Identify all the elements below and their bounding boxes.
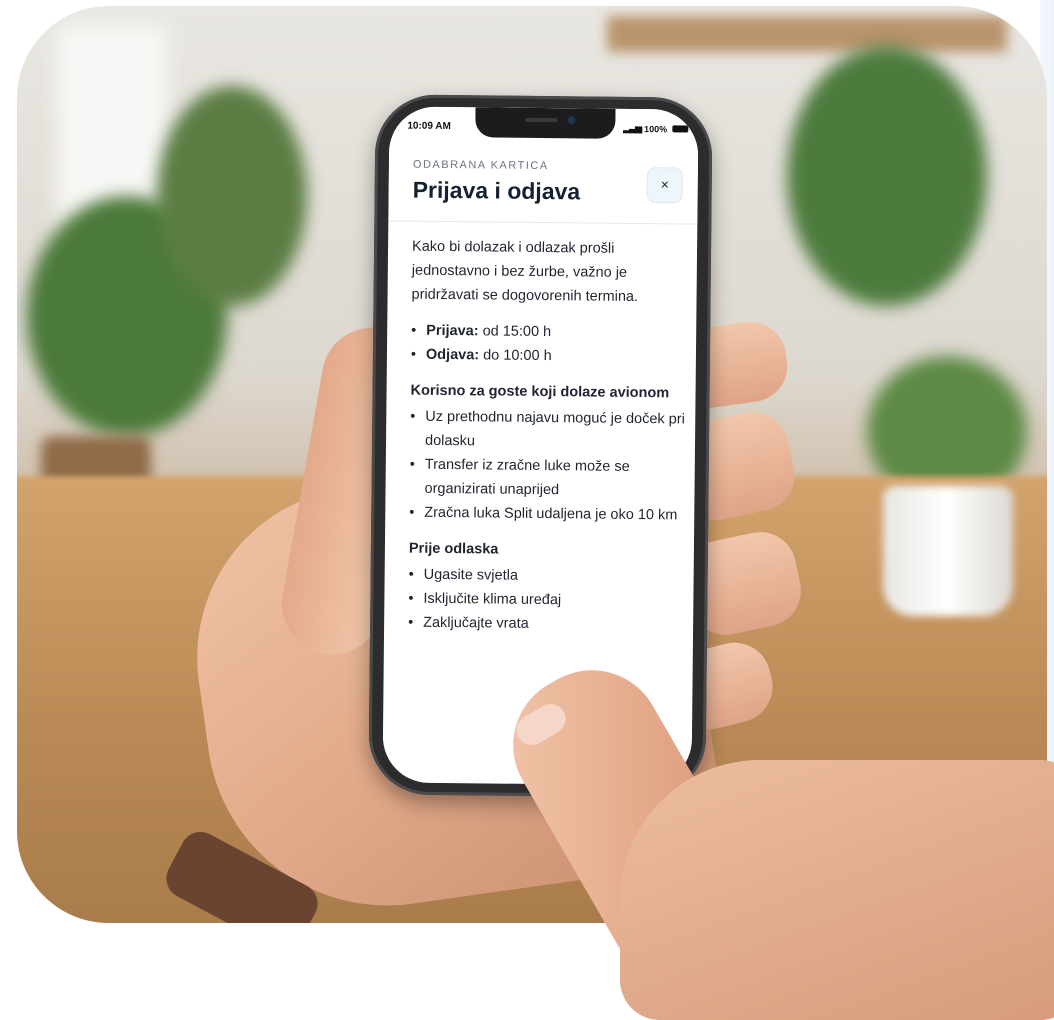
plant-left-2: [157, 86, 307, 306]
close-button[interactable]: ×: [646, 167, 683, 204]
checkin-value: od 15:00 h: [482, 323, 552, 341]
section-list: Ugasite svjetla Isključite klima uređaj …: [408, 563, 687, 638]
phone-screen: 10:09 AM ▂▃▅ 100% ODABRANA KARTICA Prija…: [382, 106, 699, 786]
section-list: Uz prethodnu najavu moguć je doček pri d…: [409, 405, 688, 528]
list-item: Zaključajte vrata: [408, 611, 686, 638]
list-item: Isključite klima uređaj: [408, 587, 686, 614]
card-eyebrow: ODABRANA KARTICA: [412, 158, 549, 173]
section-title: Korisno za goste koji dolaze avionom: [410, 382, 670, 402]
speaker: [525, 117, 558, 123]
second-hand: [620, 760, 1054, 1020]
list-item: Uz prethodnu najavu moguć je doček pri d…: [410, 405, 688, 456]
card-intro: Kako bi dolazak i odlazak prošli jednost…: [411, 238, 639, 306]
pot-right: [883, 486, 1013, 616]
checkout-label: Odjava:: [425, 346, 480, 364]
checkin-label: Prijava:: [426, 322, 479, 340]
status-icons: ▂▃▅ 100%: [623, 122, 689, 135]
battery-percent: 100%: [644, 123, 668, 134]
times-list: Prijava: od 15:00 h Odjava: do 10:00 h: [411, 319, 689, 370]
camera: [567, 116, 576, 125]
status-bar: 10:09 AM ▂▃▅ 100%: [389, 106, 699, 144]
checkout-value: do 10:00 h: [483, 347, 552, 365]
list-item: Zračna luka Split udaljena je oko 10 km: [409, 501, 687, 528]
wall-shelf: [607, 16, 1007, 52]
list-item: Ugasite svjetla: [409, 563, 687, 590]
card-body: Kako bi dolazak i odlazak prošli jednost…: [408, 235, 690, 650]
notch: [475, 107, 616, 139]
plant-right: [787, 46, 987, 306]
list-item: Odjava: do 10:00 h: [411, 343, 689, 370]
list-item: Prijava: od 15:00 h: [411, 319, 689, 346]
section-title: Prije odlaska: [408, 540, 499, 558]
card-header: ODABRANA KARTICA Prijava i odjava ×: [388, 140, 699, 225]
status-time: 10:09 AM: [407, 120, 451, 133]
list-item: Transfer iz zračne luke može se organizi…: [409, 453, 687, 504]
signal-icon: ▂▃▅: [623, 122, 642, 134]
battery-icon: [672, 125, 689, 133]
close-icon: ×: [660, 176, 669, 193]
card-title: Prijava i odjava: [412, 176, 581, 205]
